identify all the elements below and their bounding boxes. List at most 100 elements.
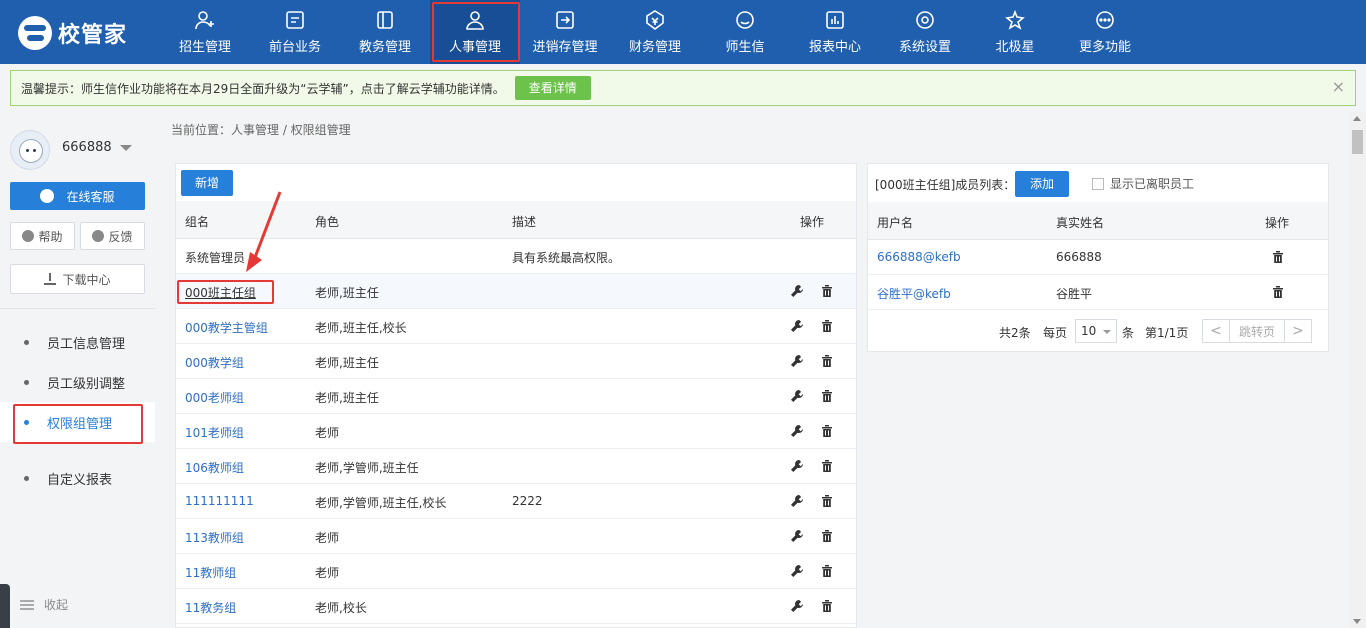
show-resigned-checkbox[interactable]: 显示已离职员工 [1092,175,1194,192]
trash-icon[interactable] [822,285,832,297]
user-menu[interactable]: 666888 [62,140,132,155]
table-row[interactable]: 000教学组 老师,班主任 [176,344,856,379]
group-name-link[interactable]: 000教学主管组 [185,319,268,336]
nav-item-reports[interactable]: 报表中心 [790,0,880,64]
nav-item-academic[interactable]: 教务管理 [340,0,430,64]
per-page-select[interactable]: 10 [1075,319,1117,343]
sidebar-item-label: 自定义报表 [47,472,113,488]
table-row[interactable]: 106教师组 老师,学管师,班主任 [176,449,856,484]
table-row[interactable]: 11教务组 老师,校长 [176,589,856,624]
nav-item-inventory[interactable]: 进销存管理 [520,0,610,64]
nav-item-settings[interactable]: 系统设置 [880,0,970,64]
money-bag-icon [646,9,664,30]
sidebar-item-staff-info[interactable]: 员工信息管理 [0,322,155,362]
table-row[interactable]: 666888@kefb 666888 [868,240,1328,275]
wrench-icon[interactable] [790,284,804,298]
trash-icon[interactable] [822,425,832,437]
wrench-icon[interactable] [790,389,804,403]
wrench-icon[interactable] [790,494,804,508]
trash-icon[interactable] [822,355,832,367]
avatar[interactable] [10,130,50,170]
add-group-button[interactable]: 新增 [181,170,234,196]
trash-icon[interactable] [822,530,832,542]
group-name-link: 系统管理员 [185,251,246,265]
divider [0,308,155,309]
nav-item-frontdesk[interactable]: 前台业务 [250,0,340,64]
wrench-icon[interactable] [790,459,804,473]
trash-icon[interactable] [1273,251,1283,263]
group-name-link[interactable]: 11教师组 [185,564,236,581]
bullet-icon [24,379,29,385]
scroll-up-icon[interactable] [1353,116,1361,121]
wrench-icon[interactable] [790,564,804,578]
wrench-icon[interactable] [790,319,804,333]
prev-page-button[interactable]: < [1203,320,1229,342]
sidebar-item-permission-groups[interactable]: 权限组管理 [0,402,155,444]
collapse-button[interactable]: 收起 [20,596,68,613]
nav-item-finance[interactable]: 财务管理 [610,0,700,64]
annotation-arrow-icon [246,191,282,272]
wrench-icon[interactable] [790,424,804,438]
trash-icon[interactable] [822,600,832,612]
group-name-link[interactable]: 111111111 [185,494,254,508]
nav-item-hr[interactable]: 人事管理 [430,0,520,64]
next-page-button[interactable]: > [1285,320,1311,342]
add-member-button[interactable]: 添加 [1015,171,1070,197]
trash-icon[interactable] [822,565,832,577]
wrench-icon[interactable] [790,599,804,613]
wrench-icon[interactable] [790,529,804,543]
sidebar-item-custom-reports[interactable]: 自定义报表 [0,458,155,498]
group-name-link[interactable]: 106教师组 [185,459,244,476]
table-row[interactable]: 000老师组 老师,班主任 [176,379,856,414]
table-row[interactable]: 111111111 老师,学管师,班主任,校长 2222 [176,484,856,519]
jump-page-input[interactable]: 跳转页 [1229,320,1285,342]
member-username-link[interactable]: 谷胜平@kefb [877,285,951,302]
trash-icon[interactable] [822,390,832,402]
group-name-link[interactable]: 113教师组 [185,529,244,546]
trash-icon[interactable] [1273,286,1283,298]
side-widget-handle[interactable] [0,584,10,628]
wrench-icon[interactable] [790,354,804,368]
feedback-label: 反馈 [108,229,133,244]
nav-label: 前台业务 [268,39,321,55]
nav-item-more[interactable]: 更多功能 [1060,0,1150,64]
notice-bar: 温馨提示：师生信作业功能将在本月29日全面升级为“云学辅”，点击了解云学辅功能详… [10,70,1356,106]
online-service-button[interactable]: 在线客服 [10,182,145,210]
help-button[interactable]: 帮助 [10,222,75,250]
table-row[interactable]: 101老师组 老师 [176,414,856,449]
scroll-thumb[interactable] [1352,130,1363,154]
nav-label: 进销存管理 [532,39,598,55]
close-icon[interactable]: × [1332,77,1345,96]
nav-item-recruit[interactable]: 招生管理 [160,0,250,64]
checkbox-icon [1092,177,1104,190]
column-header-role: 角色 [315,215,340,229]
brand-name: 校管家 [58,23,128,48]
table-row[interactable]: 11教师组 老师 [176,554,856,589]
table-row[interactable]: 000教学主管组 老师,班主任,校长 [176,309,856,344]
group-name-link[interactable]: 000老师组 [185,389,244,406]
view-details-button[interactable]: 查看详情 [514,76,591,100]
group-name-link[interactable]: 101老师组 [185,424,244,441]
sidebar-item-staff-level[interactable]: 员工级别调整 [0,362,155,402]
sidebar-item-label: 员工级别调整 [47,376,126,392]
group-desc: 具有系统最高权限。 [512,251,621,265]
trash-icon[interactable] [822,320,832,332]
scroll-down-icon[interactable] [1353,619,1361,624]
brand-logo[interactable]: 校管家 [18,16,127,50]
table-row[interactable]: 113教师组 老师 [176,519,856,554]
nav-item-teacher-student[interactable]: 师生信 [700,0,790,64]
download-center-button[interactable]: 下载中心 [10,264,145,294]
member-username-link[interactable]: 666888@kefb [877,250,961,264]
trash-icon[interactable] [822,460,832,472]
feedback-button[interactable]: 反馈 [80,222,145,250]
page-scrollbar[interactable] [1349,112,1366,628]
nav-item-polaris[interactable]: 北极星 [970,0,1060,64]
trash-icon[interactable] [822,495,832,507]
per-page-unit: 条 [1122,326,1135,340]
group-name-link[interactable]: 11教务组 [185,599,236,616]
sidebar-item-label: 员工信息管理 [47,336,126,352]
table-row[interactable]: 谷胜平@kefb 谷胜平 [868,275,1328,310]
group-role: 老师,校长 [315,601,367,615]
group-name-link[interactable]: 000教学组 [185,354,244,371]
logo-icon [18,16,52,50]
